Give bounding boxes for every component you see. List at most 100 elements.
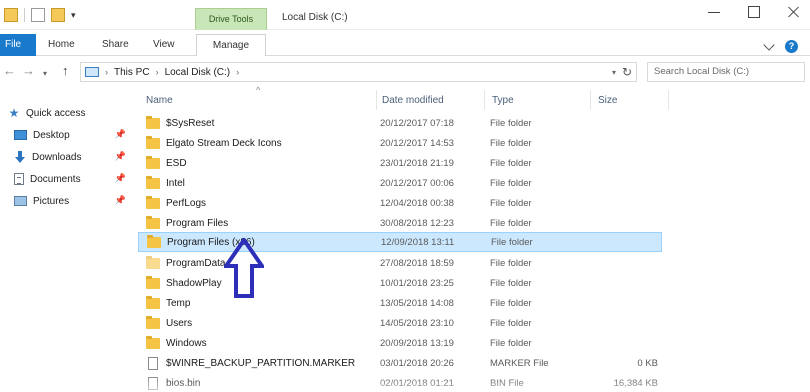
breadcrumb-separator: › [105, 67, 108, 77]
file-name: $SysReset [166, 118, 215, 129]
breadcrumb-separator: › [155, 67, 159, 77]
table-row[interactable]: ESD 23/01/2018 21:19 File folder [130, 154, 668, 174]
table-row[interactable]: Windows 20/09/2018 13:19 File folder [130, 334, 668, 354]
file-type: File folder [490, 278, 532, 289]
annotation-arrow-icon [224, 238, 264, 298]
address-bar[interactable]: › This PC › Local Disk (C:) › ▾ ↻ [80, 62, 637, 82]
file-name: ESD [166, 158, 187, 169]
pictures-icon [14, 196, 27, 206]
table-row[interactable]: $SysReset 20/12/2017 07:18 File folder [130, 114, 668, 134]
ribbon-tabs: File Home Share View Manage ? [0, 30, 810, 57]
column-header-date[interactable]: Date modified [382, 95, 444, 106]
file-type: File folder [490, 258, 532, 269]
close-icon[interactable] [788, 6, 800, 18]
column-header-type[interactable]: Type [492, 95, 514, 106]
table-row[interactable]: Intel 20/12/2017 00:06 File folder [130, 174, 668, 194]
file-date: 27/08/2018 18:59 [380, 258, 454, 269]
desktop-icon [14, 130, 27, 140]
table-row[interactable]: Temp 13/05/2018 14:08 File folder [130, 294, 668, 314]
window-title: Local Disk (C:) [282, 12, 348, 23]
address-dropdown-icon[interactable]: ▾ [612, 68, 616, 77]
minimize-icon[interactable] [708, 6, 720, 18]
sidebar-item-label: Documents [30, 173, 81, 185]
file-date: 20/12/2017 00:06 [380, 178, 454, 189]
file-date: 20/12/2017 14:53 [380, 138, 454, 149]
tab-share[interactable]: Share [102, 34, 129, 56]
up-arrow-icon[interactable]: ↑ [62, 64, 69, 78]
sidebar-item-downloads[interactable]: Downloads 📌 [14, 148, 126, 166]
this-pc-icon [85, 67, 99, 77]
breadcrumb-local-disk[interactable]: Local Disk (C:) [165, 67, 231, 78]
back-arrow-icon[interactable]: ← [3, 64, 16, 78]
tab-manage[interactable]: Manage [196, 34, 266, 57]
breadcrumb-this-pc[interactable]: This PC [114, 67, 150, 78]
sidebar-item-pictures[interactable]: Pictures 📌 [14, 192, 126, 210]
file-name: Temp [166, 298, 191, 309]
column-headers: Name Date modified Type Size [130, 88, 810, 112]
file-size: 0 KB [637, 358, 658, 369]
column-header-size[interactable]: Size [598, 95, 617, 106]
properties-icon[interactable] [31, 8, 45, 22]
file-size: 16,384 KB [613, 378, 658, 389]
folder-icon [146, 256, 160, 269]
folder-icon [4, 8, 18, 22]
column-divider[interactable] [668, 90, 669, 110]
file-date: 03/01/2018 20:26 [380, 358, 454, 369]
quick-access-toolbar: ▾ [4, 8, 76, 22]
sidebar-item-desktop[interactable]: Desktop 📌 [14, 126, 126, 144]
column-divider[interactable] [376, 90, 377, 110]
drive-tools-context-tab: Drive Tools [195, 8, 267, 30]
table-row[interactable]: bios.bin 02/01/2018 01:21 BIN File 16,38… [130, 374, 668, 392]
tab-file[interactable]: File [0, 34, 36, 56]
navigation-pane: ★ Quick access Desktop 📌 Downloads 📌 Doc… [0, 92, 130, 392]
sidebar-item-quick-access[interactable]: ★ Quick access [8, 104, 126, 122]
file-name: bios.bin [166, 378, 201, 389]
sidebar-item-label: Pictures [33, 195, 70, 207]
pin-icon: 📌 [114, 151, 126, 161]
folder-icon [146, 316, 160, 329]
tab-home[interactable]: Home [48, 34, 75, 56]
toolbar-divider [24, 8, 25, 22]
column-divider[interactable] [484, 90, 485, 110]
file-name: Elgato Stream Deck Icons [166, 138, 282, 149]
table-row[interactable]: Program Files 30/08/2018 12:23 File fold… [130, 214, 668, 234]
file-name: Users [166, 318, 193, 329]
folder-icon [146, 336, 160, 349]
tab-view[interactable]: View [153, 34, 175, 56]
folder-icon [147, 235, 161, 248]
pin-icon: 📌 [114, 195, 126, 205]
recent-locations-dropdown-icon[interactable]: ▾ [43, 67, 47, 81]
table-row[interactable]: ShadowPlay 10/01/2018 23:25 File folder [130, 274, 668, 294]
file-name: $WINRE_BACKUP_PARTITION.MARKER [166, 358, 356, 369]
refresh-icon[interactable]: ↻ [622, 65, 632, 79]
folder-icon [146, 296, 160, 309]
sidebar-item-label: Desktop [33, 129, 70, 141]
sidebar-item-label: Downloads [32, 151, 82, 163]
search-input[interactable]: Search Local Disk (C:) [647, 62, 805, 82]
breadcrumb-separator: › [236, 67, 240, 77]
customize-toolbar-icon[interactable]: ▾ [71, 10, 76, 21]
forward-arrow-icon[interactable]: → [22, 64, 35, 78]
table-row[interactable]: PerfLogs 12/04/2018 00:38 File folder [130, 194, 668, 214]
maximize-icon[interactable] [748, 6, 760, 18]
file-type: File folder [490, 198, 532, 209]
file-type: File folder [490, 318, 532, 329]
table-row[interactable]: ProgramData 27/08/2018 18:59 File folder [130, 254, 668, 274]
sidebar-item-documents[interactable]: Documents 📌 [14, 170, 126, 188]
table-row[interactable]: Elgato Stream Deck Icons 20/12/2017 14:5… [130, 134, 668, 154]
column-header-name[interactable]: Name [146, 95, 173, 106]
file-date: 30/08/2018 12:23 [380, 218, 454, 229]
file-date: 10/01/2018 23:25 [380, 278, 454, 289]
folder-icon [146, 116, 160, 129]
file-date: 20/12/2017 07:18 [380, 118, 454, 129]
table-row-selected[interactable]: Program Files (x86) 12/09/2018 13:11 Fil… [138, 232, 662, 252]
help-icon[interactable]: ? [785, 40, 798, 53]
file-name: Windows [166, 338, 207, 349]
window-controls [708, 6, 800, 18]
expand-ribbon-icon[interactable] [763, 38, 775, 51]
column-divider[interactable] [590, 90, 591, 110]
table-row[interactable]: $WINRE_BACKUP_PARTITION.MARKER 03/01/201… [130, 354, 668, 374]
new-folder-icon[interactable] [51, 8, 65, 22]
file-name: Intel [166, 178, 185, 189]
table-row[interactable]: Users 14/05/2018 23:10 File folder [130, 314, 668, 334]
